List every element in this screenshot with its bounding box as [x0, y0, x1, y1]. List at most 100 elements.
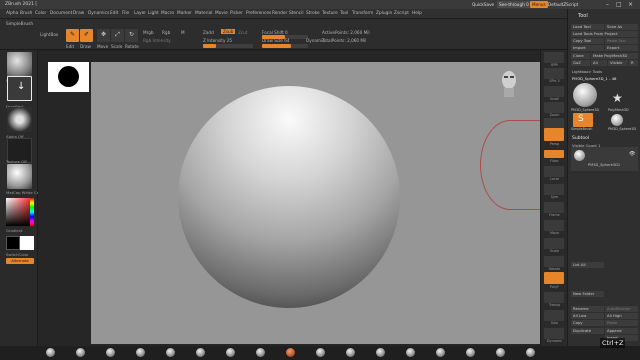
rotate-view-button[interactable]	[544, 256, 564, 267]
clone-button[interactable]: Clone	[571, 53, 590, 59]
transp-button[interactable]	[544, 292, 564, 303]
visible-button[interactable]: Visible	[608, 60, 628, 66]
autoreorder-button[interactable]: AutoReorder	[605, 306, 638, 312]
subtool-header[interactable]: Subtool	[572, 136, 589, 141]
z-intensity-track[interactable]	[203, 44, 253, 48]
quicksave-button[interactable]: QuickSave	[470, 1, 496, 8]
goz-button[interactable]: GoZ	[571, 60, 590, 66]
menu-document[interactable]: Document	[50, 11, 72, 16]
frame-button[interactable]	[544, 202, 564, 213]
material-ball-1[interactable]	[46, 348, 55, 357]
make-polymesh-button[interactable]: Make PolyMesh3D	[591, 53, 638, 59]
menu-transform[interactable]: Transform	[352, 11, 373, 16]
material-ball-13[interactable]	[406, 348, 415, 357]
menu-tool[interactable]: Tool	[340, 11, 348, 16]
duplicate-button[interactable]: Duplicate	[571, 328, 604, 334]
rotate-button[interactable]: ↻	[125, 29, 138, 42]
hue-strip[interactable]	[30, 198, 34, 226]
all-high-button[interactable]: All High	[605, 313, 638, 319]
save-as-button[interactable]: Save As	[605, 24, 638, 30]
load-tool-button[interactable]: Load Tool	[571, 24, 604, 30]
sym-button[interactable]	[544, 184, 564, 195]
draw-size-track[interactable]	[262, 44, 308, 48]
material-ball-5[interactable]	[166, 348, 175, 357]
menu-zplugin[interactable]: Zplugin	[376, 11, 392, 16]
menu-material[interactable]: Material	[195, 11, 212, 16]
maximize-icon[interactable]: □	[616, 1, 622, 8]
stroke-tile[interactable]: ↓	[7, 76, 32, 101]
material-ball-11[interactable]	[346, 348, 355, 357]
polymesh-star-icon[interactable]: ★	[612, 91, 623, 105]
draw-size-slider[interactable]: Draw Size 64	[262, 38, 290, 43]
menu-macro[interactable]: Macro	[161, 11, 174, 16]
sphere-tool-thumb[interactable]	[573, 83, 597, 107]
menu-draw[interactable]: Draw	[73, 11, 84, 16]
menu-color[interactable]: Color	[35, 11, 46, 16]
export-button[interactable]: Export	[605, 45, 638, 51]
subtool-row[interactable]: PM3D_Sphere3D1 👁	[571, 147, 638, 171]
all-button[interactable]: All	[591, 60, 607, 66]
material-ball-6[interactable]	[196, 348, 205, 357]
menu-preferences[interactable]: Preferences	[246, 11, 271, 16]
close-icon[interactable]: ×	[628, 1, 633, 8]
bpr-button[interactable]	[544, 52, 564, 63]
copy-button[interactable]: Copy	[571, 320, 604, 326]
material-ball-7[interactable]	[226, 348, 235, 357]
local-button[interactable]	[544, 166, 564, 177]
material-tile[interactable]	[7, 164, 32, 189]
menu-layer[interactable]: Layer	[134, 11, 146, 16]
material-ball-17[interactable]	[526, 348, 535, 357]
material-ball-14[interactable]	[436, 348, 445, 357]
menu-zscript[interactable]: Zscript	[394, 11, 409, 16]
material-ball-10[interactable]	[316, 348, 325, 357]
zoom-button[interactable]	[544, 102, 564, 113]
menu-edit[interactable]: Edit	[110, 11, 118, 16]
menu-render[interactable]: Render	[272, 11, 287, 16]
dynamic-view-button[interactable]	[544, 328, 564, 339]
menu-help[interactable]: Help	[412, 11, 422, 16]
menu-light[interactable]: Light	[148, 11, 159, 16]
r-button[interactable]: R	[629, 60, 638, 66]
mrgb-toggle[interactable]: Mrgb	[143, 30, 154, 35]
material-ball-8[interactable]	[256, 348, 265, 357]
secondary-color-swatch[interactable]	[20, 236, 34, 250]
scale-button[interactable]: ⤢	[111, 29, 124, 42]
paste-button[interactable]: Paste	[605, 320, 638, 326]
scale-view-button[interactable]	[544, 238, 564, 249]
minimize-icon[interactable]: –	[606, 1, 609, 8]
menu-stroke[interactable]: Stroke	[306, 11, 320, 16]
navigation-head-icon[interactable]	[498, 70, 520, 100]
material-ball-12[interactable]	[376, 348, 385, 357]
sphere-tool-thumb-2[interactable]	[611, 114, 623, 126]
primary-color-swatch[interactable]	[6, 236, 20, 250]
persp-button[interactable]	[544, 128, 564, 141]
switch-color-button[interactable]: SwitchColor	[6, 252, 28, 257]
zadd-toggle[interactable]: Zadd	[203, 30, 214, 35]
material-ball-2[interactable]	[76, 348, 85, 357]
current-tool-name[interactable]: PM3D_Sphere3D_1 - 48	[572, 76, 616, 81]
zsub-toggle[interactable]: Zsub	[221, 29, 236, 34]
m-toggle[interactable]: M	[181, 30, 185, 35]
z-intensity-slider[interactable]: Z Intensity 25	[203, 38, 232, 43]
paste-tool-button[interactable]: Paste Tool	[605, 38, 638, 44]
material-ball-4[interactable]	[136, 348, 145, 357]
polyf-button[interactable]	[544, 272, 564, 284]
spix-button[interactable]	[544, 68, 564, 79]
import-button[interactable]: Import	[571, 45, 604, 51]
lightbox-tools-button[interactable]: Lightbox> Tools	[572, 69, 602, 74]
solo-button[interactable]	[544, 310, 564, 321]
menu-marker[interactable]: Marker	[177, 11, 192, 16]
eye-icon[interactable]: 👁	[629, 151, 635, 157]
draw-button[interactable]: ✐	[80, 29, 93, 42]
scroll-button[interactable]	[544, 86, 564, 97]
new-folder-button[interactable]: New Folder	[571, 291, 604, 297]
sphere-mesh[interactable]	[178, 86, 400, 308]
floor-button[interactable]	[544, 150, 564, 158]
material-ball-15[interactable]	[466, 348, 475, 357]
lightbox-button[interactable]: LightBox	[40, 32, 58, 37]
zcut-toggle[interactable]: Zcut	[238, 30, 247, 35]
material-ball-9[interactable]	[286, 348, 295, 357]
edit-button[interactable]: ✎	[66, 29, 79, 42]
default-zscript-button[interactable]: DefaultZScript	[546, 1, 580, 8]
copy-tool-button[interactable]: Copy Tool	[571, 38, 604, 44]
